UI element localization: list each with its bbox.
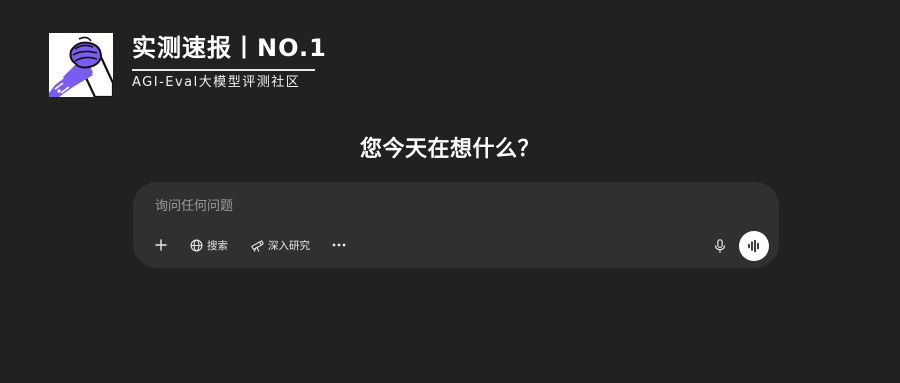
prompt-input[interactable] xyxy=(155,195,715,217)
search-button[interactable]: 搜索 xyxy=(183,232,235,258)
page-header: 实测速报丨NO.1 AGI-Eval大模型评测社区 xyxy=(49,33,326,97)
plus-icon xyxy=(155,239,167,251)
more-tools-button[interactable] xyxy=(325,232,353,258)
page-subtitle: AGI-Eval大模型评测社区 xyxy=(132,75,301,90)
chat-composer: 搜索 深入研究 xyxy=(133,182,779,268)
brand-block: 实测速报丨NO.1 AGI-Eval大模型评测社区 xyxy=(132,33,326,92)
telescope-icon xyxy=(251,239,264,252)
arm-wrestling-hands-logo-icon xyxy=(49,33,113,97)
deep-research-button[interactable]: 深入研究 xyxy=(243,232,317,258)
dictate-button[interactable] xyxy=(707,233,733,259)
microphone-icon xyxy=(714,239,726,253)
voice-waveform-icon xyxy=(748,239,759,253)
voice-mode-button[interactable] xyxy=(739,231,769,261)
deep-research-button-label: 深入研究 xyxy=(268,239,310,252)
logo xyxy=(49,33,113,97)
composer-toolbar: 搜索 深入研究 xyxy=(147,232,353,258)
add-attachment-button[interactable] xyxy=(147,232,175,258)
more-horizontal-icon xyxy=(332,243,346,247)
globe-icon xyxy=(190,239,203,251)
main-headline: 您今天在想什么？ xyxy=(359,137,540,162)
page-title: 实测速报丨NO.1 xyxy=(132,33,326,71)
composer-right-tools xyxy=(707,231,769,261)
search-button-label: 搜索 xyxy=(207,239,228,252)
